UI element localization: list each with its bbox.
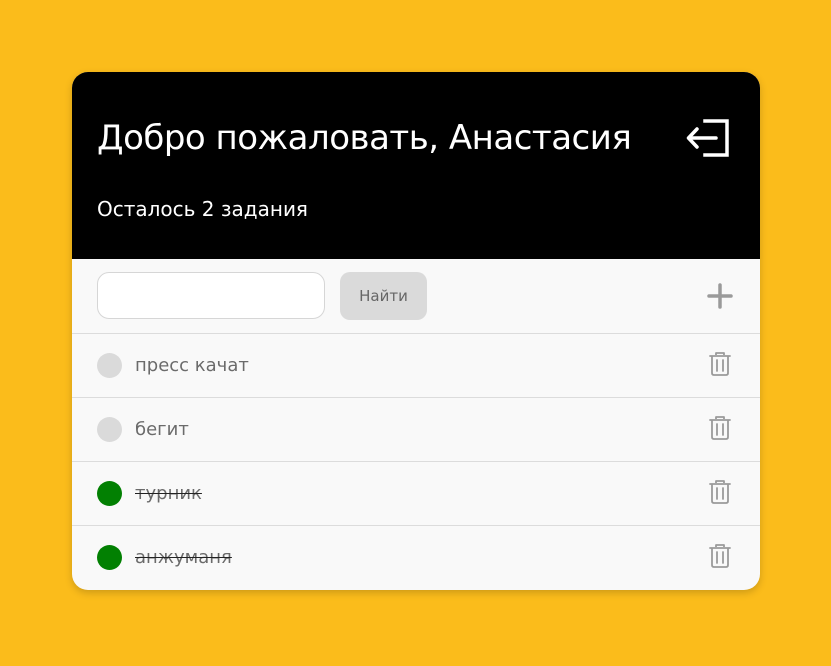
trash-icon [709, 352, 731, 376]
trash-icon [709, 416, 731, 440]
search-input[interactable] [97, 272, 325, 319]
task-toggle[interactable] [97, 481, 122, 506]
header: Добро пожаловать, Анастасия Осталось 2 з… [72, 72, 760, 259]
task-item: пресс качат [72, 334, 760, 398]
logout-icon [686, 119, 729, 157]
welcome-title: Добро пожаловать, Анастасия [97, 118, 632, 158]
toolbar: Найти [72, 259, 760, 334]
logout-button[interactable] [685, 118, 731, 158]
remaining-count: Осталось 2 задания [97, 197, 308, 221]
task-list: пресс качат бегит турник анжуманя [72, 334, 760, 589]
find-button[interactable]: Найти [340, 272, 427, 320]
trash-icon [709, 544, 731, 568]
task-item: анжуманя [72, 526, 760, 589]
task-item: бегит [72, 398, 760, 462]
task-text: анжуманя [135, 547, 232, 568]
trash-icon [709, 480, 731, 504]
task-text: турник [135, 483, 202, 504]
delete-button[interactable] [708, 479, 732, 505]
task-item: турник [72, 462, 760, 526]
todo-card: Добро пожаловать, Анастасия Осталось 2 з… [72, 72, 760, 590]
add-task-button[interactable] [705, 281, 735, 311]
task-text: бегит [135, 419, 189, 440]
delete-button[interactable] [708, 351, 732, 377]
delete-button[interactable] [708, 543, 732, 569]
plus-icon [707, 283, 733, 309]
task-toggle[interactable] [97, 353, 122, 378]
task-text: пресс качат [135, 355, 249, 376]
delete-button[interactable] [708, 415, 732, 441]
task-toggle[interactable] [97, 545, 122, 570]
task-toggle[interactable] [97, 417, 122, 442]
